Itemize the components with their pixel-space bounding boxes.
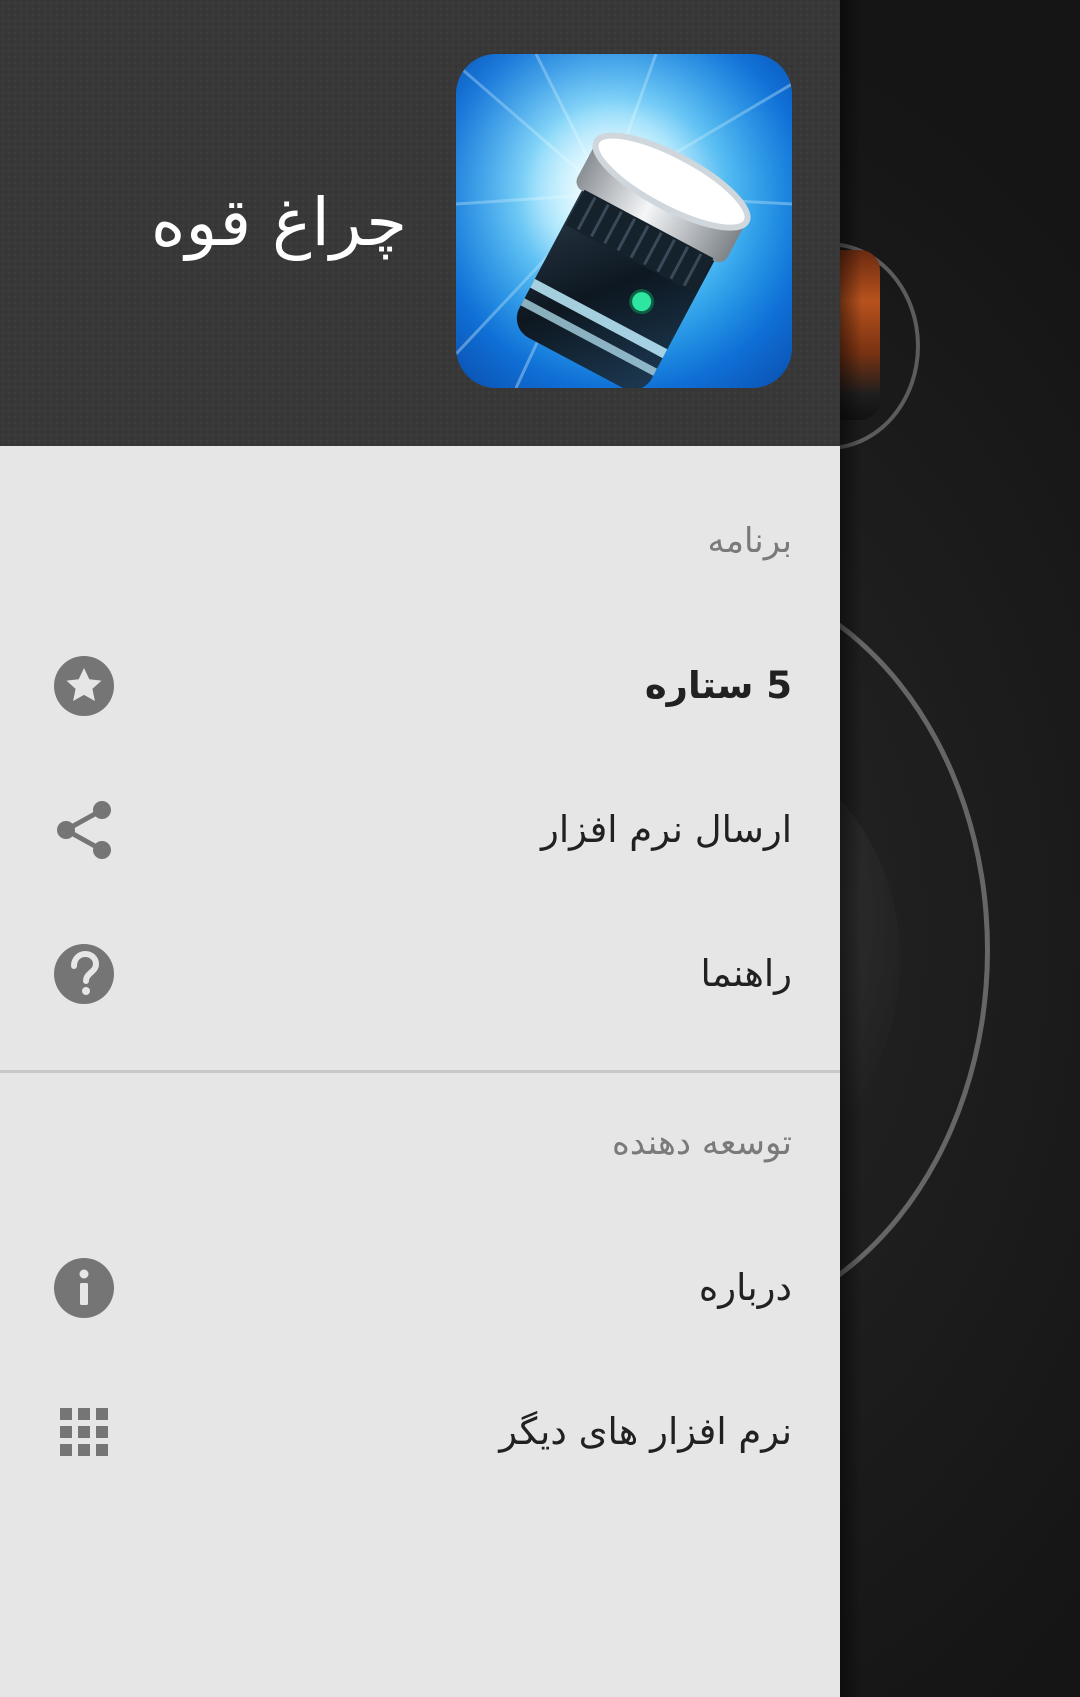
drawer-header: چراغ قوه: [0, 0, 840, 446]
menu-item-other-apps[interactable]: نرم افزار های دیگر: [0, 1362, 840, 1502]
menu-item-label: درباره: [698, 1266, 792, 1309]
navigation-drawer: چراغ قوه برنامه 5 ستاره ارسال نرم افزار: [0, 0, 840, 1697]
menu-item-help[interactable]: راهنما: [0, 904, 840, 1044]
section-header-developer: توسعه دهنده: [612, 1123, 792, 1163]
menu-item-label: 5 ستاره: [644, 664, 792, 707]
grid-icon: [52, 1400, 116, 1464]
section-header-app: برنامه: [707, 521, 793, 561]
flashlight-app-icon: [456, 54, 792, 388]
info-icon: [52, 1256, 116, 1320]
share-icon: [52, 798, 116, 862]
flashlight-icon: [456, 54, 792, 388]
menu-item-share-app[interactable]: ارسال نرم افزار: [0, 760, 840, 900]
help-icon: [52, 942, 116, 1006]
app-title: چراغ قوه: [150, 184, 408, 261]
menu-item-label: ارسال نرم افزار: [541, 808, 792, 851]
menu-item-label: نرم افزار های دیگر: [499, 1410, 792, 1453]
star-icon: [52, 654, 116, 718]
menu-item-label: راهنما: [700, 952, 793, 995]
section-divider: [0, 1070, 840, 1073]
menu-item-rate-5-stars[interactable]: 5 ستاره: [0, 616, 840, 756]
menu-item-about[interactable]: درباره: [0, 1218, 840, 1358]
screen: چراغ قوه برنامه 5 ستاره ارسال نرم افزار: [0, 0, 1080, 1697]
drawer-shadow: [840, 0, 862, 1697]
